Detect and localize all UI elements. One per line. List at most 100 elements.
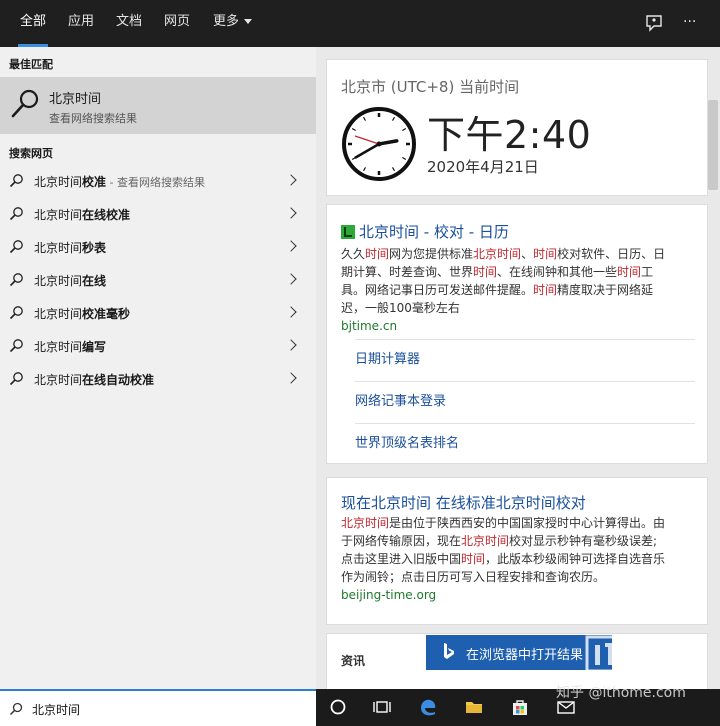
description-text: 校对显示秒钟有毫秒级误差;	[509, 534, 658, 548]
query-prefix: 北京时间	[34, 241, 83, 255]
search-icon	[9, 702, 23, 716]
cortana-icon[interactable]	[328, 697, 348, 717]
news-heading: 资讯	[341, 654, 366, 668]
tab-more[interactable]: 更多	[213, 0, 253, 47]
keyword-highlight: 北京时间	[341, 516, 390, 530]
query-suggestion: 在线自动校准	[82, 373, 155, 387]
result-title-link[interactable]: 现在北京时间 在线标准北京时间校对	[341, 492, 586, 513]
query-suggestion: 编写	[82, 340, 107, 354]
description-line: 作为闹铃；点击日历可写入日程安排和查询农历。	[341, 568, 697, 586]
query-suggestion: 在线	[82, 274, 107, 288]
keyword-highlight: 时间	[473, 265, 498, 279]
web-search-item[interactable]: 北京时间秒表	[0, 231, 316, 264]
search-result-card: 现在北京时间 在线标准北京时间校对 北京时间是由位于陕西西安的中国国家授时中心计…	[326, 477, 708, 625]
description-text: 、	[521, 247, 534, 261]
current-time: 下午2:40	[427, 113, 592, 157]
tab-all[interactable]: 全部	[17, 0, 49, 47]
chevron-right-icon	[285, 207, 297, 219]
description-text: 作为闹铃；点击日历可写入日程安排和查询农历。	[341, 570, 606, 584]
watermark-text: 知乎 @ithome.com	[556, 685, 686, 701]
search-input[interactable]	[32, 697, 302, 721]
best-match-item[interactable]: 北京时间 查看网络搜索结果	[0, 77, 316, 134]
right-preview-pane: 北京市 (UTC+8) 当前时间 下午2:40 2020年4月21日 北京时间 …	[316, 47, 720, 689]
description-line: 迟，一般100毫秒左右	[341, 299, 697, 317]
site-favicon-icon	[341, 225, 355, 239]
query-prefix: 北京时间	[34, 274, 83, 288]
query-suggestion: 秒表	[82, 241, 107, 255]
best-match-subtitle: 查看网络搜索结果	[49, 112, 137, 125]
clock-card: 北京市 (UTC+8) 当前时间 下午2:40 2020年4月21日	[326, 59, 708, 196]
tab-apps[interactable]: 应用	[68, 0, 94, 47]
chevron-right-icon	[285, 372, 297, 384]
analog-clock-icon	[342, 107, 416, 181]
tab-documents[interactable]: 文档	[116, 0, 142, 47]
description-line: 久久时间网为您提供标准北京时间、时间校对软件、日历、日	[341, 245, 697, 263]
store-icon[interactable]	[510, 697, 530, 717]
keyword-highlight: 时间	[533, 283, 558, 297]
bing-icon	[444, 643, 454, 659]
description-line: 具。网络记事日历可发送邮件提醒。时间精度取决于网络延	[341, 281, 697, 299]
web-search-item[interactable]: 北京时间在线校准	[0, 198, 316, 231]
web-search-item-label: 北京时间秒表	[34, 239, 106, 256]
clock-location: 北京市 (UTC+8) 当前时间	[341, 78, 520, 96]
description-text: 迟，一般100毫秒左右	[341, 301, 460, 315]
feedback-icon[interactable]	[643, 12, 665, 34]
chevron-right-icon	[285, 339, 297, 351]
result-title-text: 北京时间 - 校对 - 日历	[359, 223, 509, 241]
description-text: 期计算、时差查询、世界	[341, 265, 474, 279]
web-search-item[interactable]: 北京时间校准毫秒	[0, 297, 316, 330]
result-description: 久久时间网为您提供标准北京时间、时间校对软件、日历、日 期计算、时差查询、世界时间…	[341, 245, 697, 317]
chevron-right-icon	[285, 240, 297, 252]
description-text: 网为您提供标准	[389, 247, 474, 261]
keyword-highlight: 时间	[617, 265, 642, 279]
query-suggestion: 校准毫秒	[82, 307, 131, 321]
query-hint: - 查看网络搜索结果	[106, 176, 205, 189]
description-text: 校对软件、日历、日	[557, 247, 666, 261]
description-text: ，此版本秒级闹钟可选择自选音乐	[485, 552, 666, 566]
file-explorer-icon[interactable]	[464, 697, 484, 717]
query-prefix: 北京时间	[34, 175, 83, 189]
search-icon	[9, 273, 23, 287]
tab-more-label: 更多	[213, 14, 240, 29]
task-view-icon[interactable]	[372, 697, 392, 717]
web-search-item[interactable]: 北京时间在线	[0, 264, 316, 297]
query-suggestion: 校准	[82, 175, 107, 189]
keyword-highlight: 北京时间	[461, 534, 510, 548]
query-prefix: 北京时间	[34, 373, 83, 387]
description-text: 久久	[341, 247, 366, 261]
chevron-right-icon	[285, 174, 297, 186]
sublink-notepad-login[interactable]: 网络记事本登录	[355, 381, 695, 422]
keyword-highlight: 时间	[461, 552, 486, 566]
more-options-icon[interactable]: ···	[683, 12, 705, 34]
query-prefix: 北京时间	[34, 208, 83, 222]
search-box	[0, 689, 316, 726]
description-line: 北京时间是由位于陕西西安的中国国家授时中心计算得出。由	[341, 514, 697, 532]
web-search-item-label: 北京时间校准 - 查看网络搜索结果	[34, 173, 205, 190]
web-search-item[interactable]: 北京时间校准 - 查看网络搜索结果	[0, 165, 316, 198]
web-search-item[interactable]: 北京时间在线自动校准	[0, 363, 316, 396]
best-match-name: 北京时间	[49, 92, 102, 107]
scrollbar[interactable]	[708, 100, 718, 190]
ithome-watermark-logo	[585, 635, 683, 673]
search-icon	[9, 306, 23, 320]
top-tab-bar: 全部 应用 文档 网页 更多 ···	[0, 0, 720, 47]
query-suggestion: 在线校准	[82, 208, 131, 222]
description-line: 于网络传输原因，现在北京时间校对显示秒钟有毫秒级误差;	[341, 532, 697, 550]
description-text: 具。网络记事日历可发送邮件提醒。	[341, 283, 534, 297]
sublink-date-calculator[interactable]: 日期计算器	[355, 339, 695, 380]
tab-web[interactable]: 网页	[164, 0, 190, 47]
result-title-link[interactable]: 北京时间 - 校对 - 日历	[341, 221, 509, 242]
keyword-highlight: 时间	[365, 247, 390, 261]
web-search-item-label: 北京时间在线	[34, 272, 106, 289]
keyword-highlight: 北京时间	[473, 247, 522, 261]
current-date: 2020年4月21日	[427, 158, 539, 176]
description-text: 工	[641, 265, 654, 279]
edge-icon[interactable]	[418, 697, 438, 717]
web-search-item[interactable]: 北京时间编写	[0, 330, 316, 363]
description-text: 于网络传输原因，现在	[341, 534, 462, 548]
result-url[interactable]: beijing-time.org	[341, 588, 436, 602]
left-results-pane: 最佳匹配 北京时间 查看网络搜索结果 搜索网页 北京时间校准 - 查看网络搜索结…	[0, 47, 316, 689]
result-url[interactable]: bjtime.cn	[341, 319, 397, 333]
sublink-watch-ranking[interactable]: 世界顶级名表排名	[355, 423, 695, 464]
search-result-card: 北京时间 - 校对 - 日历 久久时间网为您提供标准北京时间、时间校对软件、日历…	[326, 204, 708, 464]
